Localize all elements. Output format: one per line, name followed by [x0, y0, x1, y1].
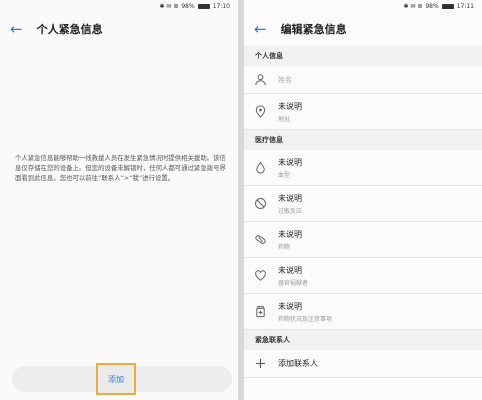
medication-field[interactable]: 未说明 药物 — [244, 222, 482, 258]
allergy-label: 过敏反应 — [278, 207, 303, 215]
plus-icon — [253, 357, 267, 371]
intro-text: 个人紧急信息能够帮助一线救援人员在发生紧急情况时提供相关援助。该信息仅存储在您的… — [15, 154, 226, 182]
add-button[interactable]: 添加 — [96, 363, 136, 395]
blood-type-value: 未说明 — [278, 157, 302, 167]
medication-value: 未说明 — [278, 229, 302, 239]
heart-icon — [253, 269, 267, 283]
address-field[interactable]: 未说明 地址 — [244, 94, 482, 130]
organ-donor-field[interactable]: 未说明 器官捐献者 — [244, 258, 482, 294]
battery-percent: 98% — [181, 2, 195, 10]
blood-drop-icon — [253, 161, 267, 175]
battery-percent: 98% — [425, 2, 439, 10]
clock: 17:10 — [212, 2, 230, 10]
battery-icon — [197, 3, 210, 9]
prohibited-icon — [253, 197, 267, 211]
address-label: 地址 — [278, 115, 291, 123]
name-field[interactable]: 姓名 — [244, 66, 482, 94]
address-value: 未说明 — [278, 101, 302, 111]
back-arrow-icon[interactable]: ← — [10, 21, 23, 37]
organ-donor-label: 器官捐献者 — [278, 279, 309, 287]
status-icons: ✱ ✉ ≣ — [403, 2, 423, 10]
blood-type-label: 血型 — [278, 171, 291, 179]
medical-notes-value: 未说明 — [278, 301, 302, 311]
location-pin-icon — [253, 105, 267, 119]
medical-notes-label: 药物状况及注意事项 — [278, 315, 333, 323]
section-contacts: 紧急联系人 — [244, 330, 482, 350]
battery-icon — [441, 3, 454, 9]
back-arrow-icon[interactable]: ← — [254, 21, 267, 37]
clock: 17:11 — [456, 2, 474, 10]
section-medical: 医疗信息 — [244, 130, 482, 150]
person-icon — [253, 73, 267, 87]
app-bar: ← 编辑紧急信息 — [244, 12, 482, 46]
allergy-value: 未说明 — [278, 193, 302, 203]
status-icons: ✱ ✉ ≣ — [159, 2, 179, 10]
emergency-info-screen: ✱ ✉ ≣ 98% 17:10 ← 个人紧急信息 个人紧急信息能够帮助一线救援人… — [0, 0, 238, 400]
name-placeholder: 姓名 — [278, 75, 292, 84]
medicine-bottle-icon — [253, 305, 267, 319]
add-contact-button[interactable]: 添加联系人 — [244, 350, 482, 378]
status-bar: ✱ ✉ ≣ 98% 17:10 — [0, 0, 238, 12]
blood-type-field[interactable]: 未说明 血型 — [244, 150, 482, 186]
status-bar: ✱ ✉ ≣ 98% 17:11 — [244, 0, 482, 12]
edit-emergency-info-screen: ✱ ✉ ≣ 98% 17:11 ← 编辑紧急信息 个人信息 姓名 未说明 地址 … — [244, 0, 482, 400]
allergy-field[interactable]: 未说明 过敏反应 — [244, 186, 482, 222]
app-bar: ← 个人紧急信息 — [0, 12, 238, 46]
page-title: 个人紧急信息 — [36, 23, 103, 36]
medication-label: 药物 — [278, 243, 291, 251]
organ-donor-value: 未说明 — [278, 265, 302, 275]
medical-notes-field[interactable]: 未说明 药物状况及注意事项 — [244, 294, 482, 330]
page-title: 编辑紧急信息 — [280, 23, 347, 36]
section-personal: 个人信息 — [244, 46, 482, 66]
pill-icon — [253, 233, 267, 247]
add-contact-label: 添加联系人 — [278, 359, 318, 368]
